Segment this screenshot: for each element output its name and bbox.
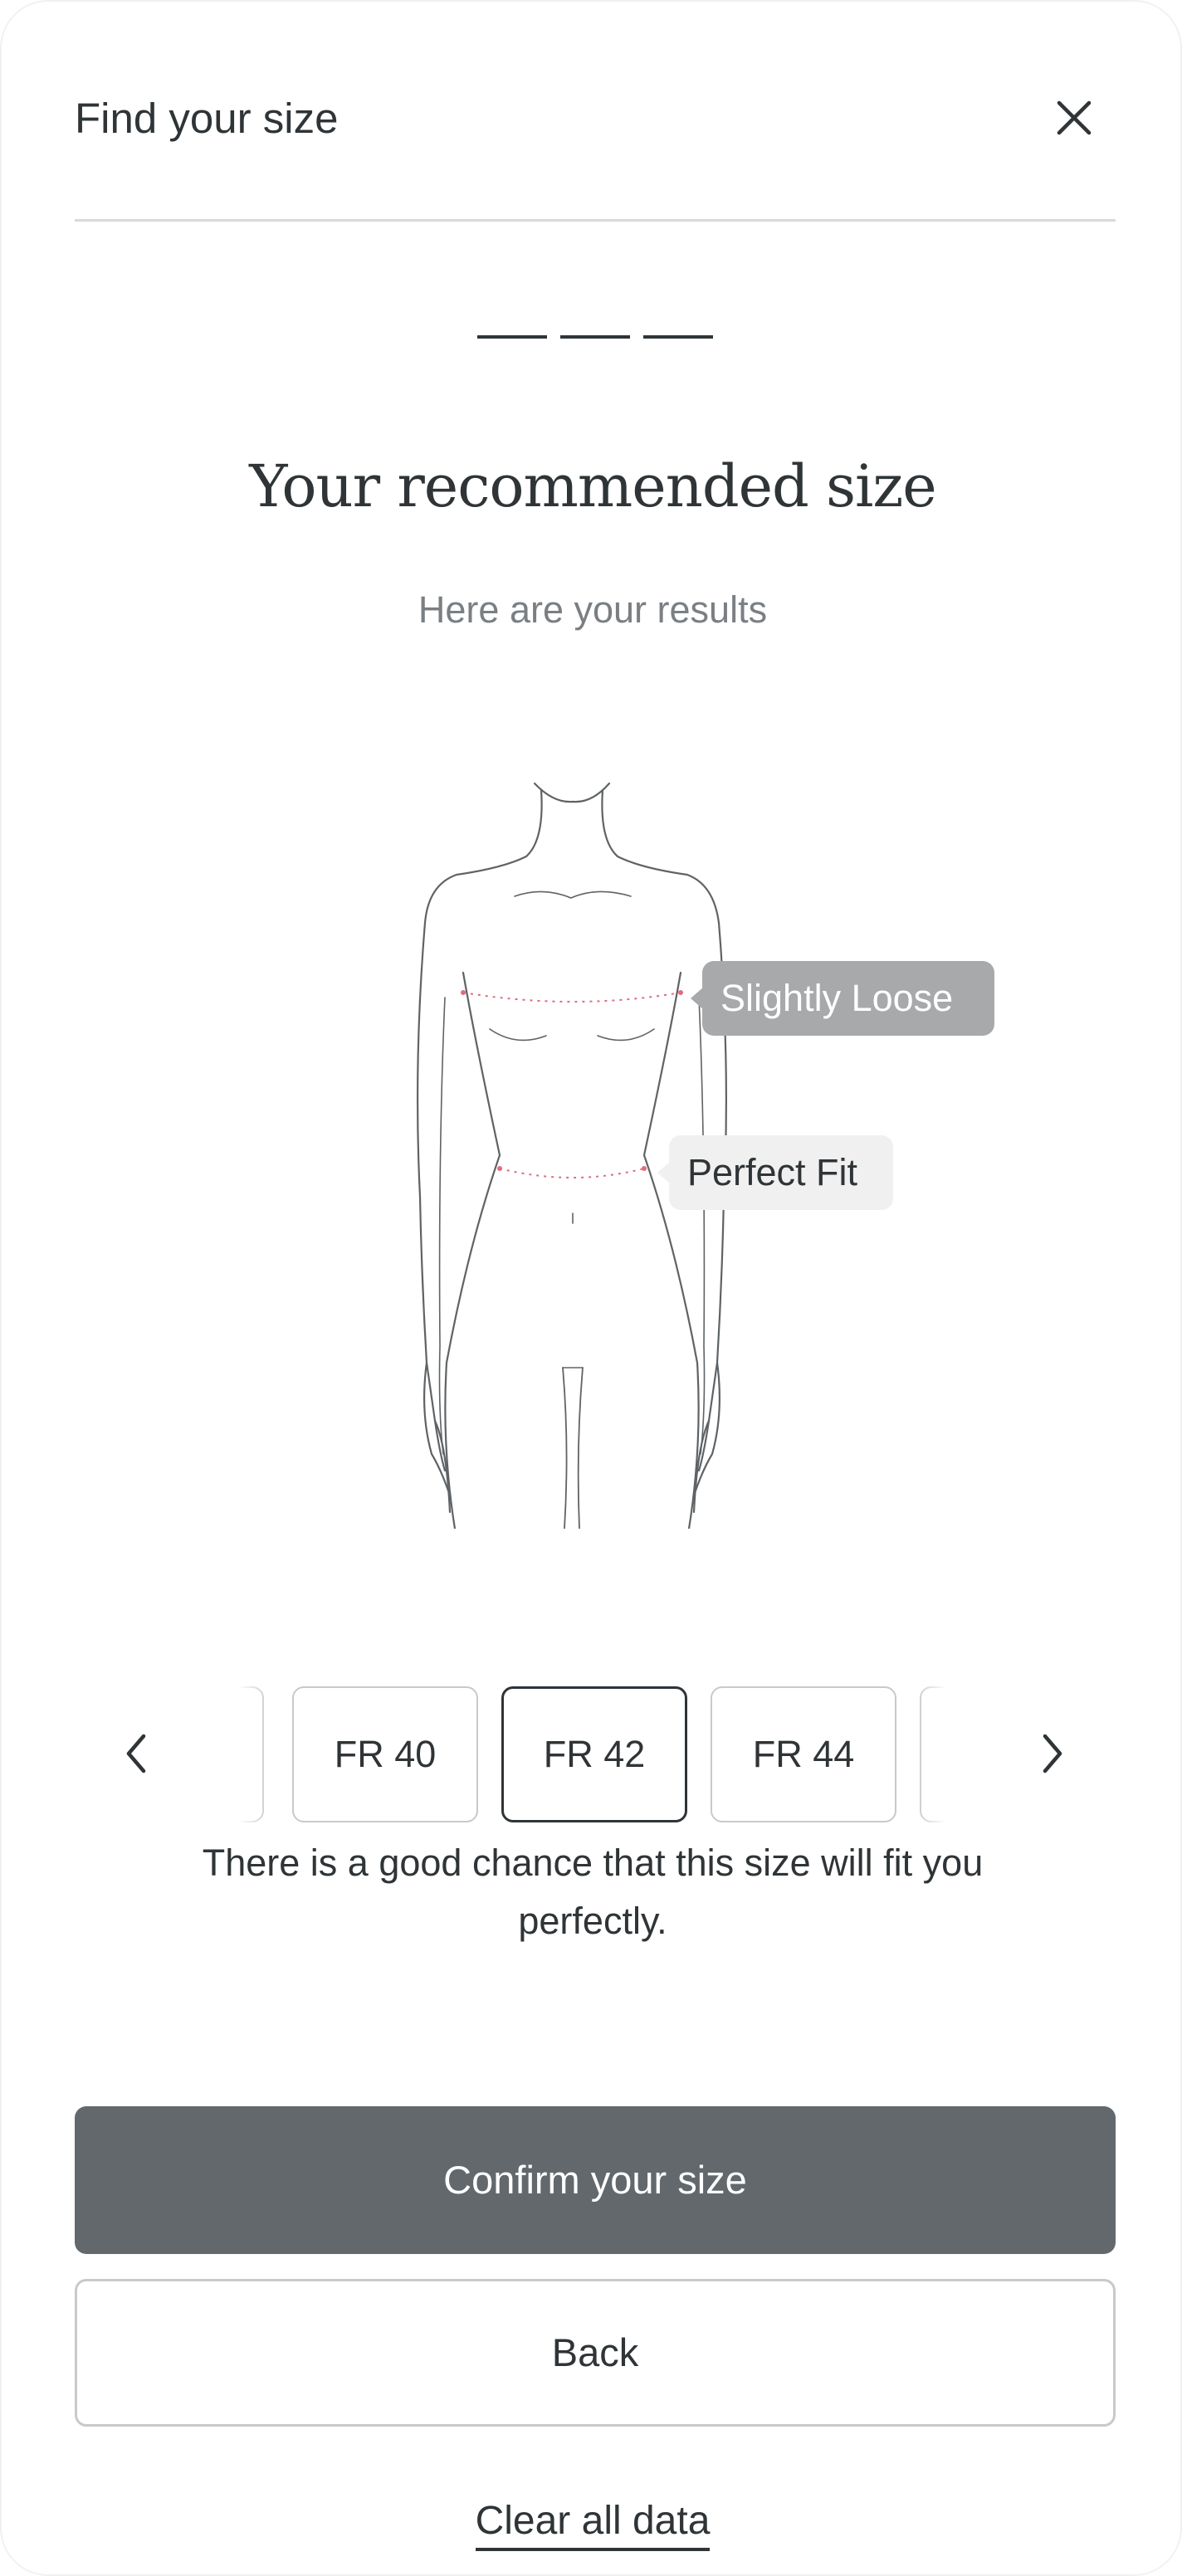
clear-all-data-label: Clear all data [475, 2499, 711, 2551]
step-progress-indicator [477, 335, 713, 340]
chevron-left-icon [126, 1734, 146, 1773]
page-title: Your recommended size [249, 452, 936, 520]
confirm-size-button[interactable]: Confirm your size [75, 2106, 1116, 2254]
waist-fit-label: Perfect Fit [669, 1135, 893, 1210]
size-carousel: FR 40 FR 42 FR 44 [239, 1683, 946, 1824]
progress-step-1 [477, 335, 547, 339]
close-button[interactable] [1044, 88, 1104, 148]
size-option-fr-42[interactable]: FR 42 [501, 1686, 687, 1822]
page-subtitle: Here are your results [418, 588, 768, 631]
progress-step-2 [560, 335, 630, 339]
close-icon [1057, 100, 1092, 135]
previous-size-button[interactable] [103, 1716, 169, 1791]
size-finder-modal: Find your size Your recommended size Her… [0, 0, 1182, 2576]
modal-title: Find your size [75, 95, 339, 142]
size-option-partial-left[interactable] [239, 1686, 264, 1822]
chest-fit-label: Slightly Loose [702, 961, 994, 1036]
size-option-fr-40[interactable]: FR 40 [292, 1686, 478, 1822]
size-option-partial-right[interactable] [920, 1686, 946, 1822]
chevron-right-icon [1043, 1734, 1062, 1773]
fit-result-message: There is a good chance that this size wi… [202, 1842, 984, 1942]
back-button[interactable]: Back [75, 2279, 1116, 2427]
size-option-fr-44[interactable]: FR 44 [711, 1686, 896, 1822]
progress-step-3 [643, 335, 713, 339]
next-size-button[interactable] [1019, 1716, 1086, 1791]
find-your-size-page: Find your size Your recommended size Her… [0, 0, 1182, 2576]
header-divider [75, 219, 1116, 222]
clear-all-data-link[interactable]: Clear all data [427, 2496, 759, 2551]
